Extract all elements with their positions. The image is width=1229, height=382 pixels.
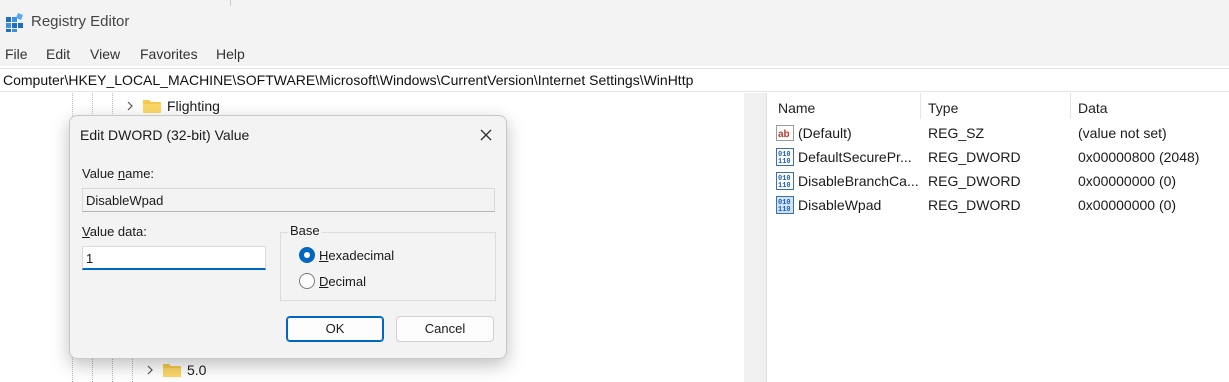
edit-dword-dialog: Edit DWORD (32-bit) Value Value name: Di… <box>69 115 507 359</box>
tree-item-label: Flighting <box>167 98 220 114</box>
address-path[interactable]: Computer\HKEY_LOCAL_MACHINE\SOFTWARE\Mic… <box>3 72 693 88</box>
folder-icon <box>163 364 181 377</box>
value-data: 0x00000800 (2048) <box>1078 149 1200 165</box>
binary-value-icon: 010 110 <box>776 148 794 166</box>
base-group-label: Base <box>288 223 322 238</box>
decimal-label[interactable]: Decimal <box>319 274 366 289</box>
folder-icon <box>143 100 161 113</box>
dialog-title: Edit DWORD (32-bit) Value <box>80 127 250 143</box>
value-name: DisableBranchCa... <box>798 173 918 189</box>
values-list[interactable]: Name Type Data ab (Default) REG_SZ (valu… <box>771 93 1229 382</box>
value-name: (Default) <box>798 125 852 141</box>
column-divider[interactable] <box>1070 93 1071 119</box>
column-header-type[interactable]: Type <box>928 100 958 116</box>
value-data-label: Value data: <box>82 224 147 239</box>
svg-text:ab: ab <box>778 129 790 140</box>
ok-button[interactable]: OK <box>286 316 384 342</box>
cancel-button[interactable]: Cancel <box>396 316 494 342</box>
value-data: 0x00000000 (0) <box>1078 173 1177 189</box>
binary-value-icon: 010 110 <box>776 172 794 190</box>
value-row-disablebranchcache[interactable]: 010 110 DisableBranchCa... REG_DWORD 0x0… <box>771 169 1229 193</box>
tree-item-label: 5.0 <box>187 362 207 378</box>
value-data: (value not set) <box>1078 125 1167 141</box>
column-header-name[interactable]: Name <box>778 100 815 116</box>
string-value-icon: ab <box>776 125 794 141</box>
value-type: REG_DWORD <box>928 173 1021 189</box>
address-bar[interactable]: Computer\HKEY_LOCAL_MACHINE\SOFTWARE\Mic… <box>0 68 1229 92</box>
value-type: REG_SZ <box>928 125 985 141</box>
svg-text:110: 110 <box>778 158 791 166</box>
value-data: 0x00000000 (0) <box>1078 197 1177 213</box>
tree-scrollbar[interactable] <box>744 93 766 382</box>
title-bar: Registry Editor <box>0 0 1229 44</box>
value-name-label: Value name: <box>82 166 155 181</box>
value-type: REG_DWORD <box>928 197 1021 213</box>
window-title: Registry Editor <box>31 13 130 30</box>
value-row-defaultsecureprotocols[interactable]: 010 110 DefaultSecurePr... REG_DWORD 0x0… <box>771 145 1229 169</box>
chevron-right-icon[interactable] <box>125 101 135 111</box>
menu-favorites[interactable]: Favorites <box>140 46 198 62</box>
value-row-disablewpad[interactable]: 010 110 DisableWpad REG_DWORD 0x00000000… <box>771 193 1229 217</box>
menu-edit[interactable]: Edit <box>46 46 70 62</box>
menu-help[interactable]: Help <box>216 46 245 62</box>
menu-file[interactable]: File <box>5 46 28 62</box>
value-name: DefaultSecurePr... <box>798 149 912 165</box>
value-type: REG_DWORD <box>928 149 1021 165</box>
chevron-right-icon[interactable] <box>145 365 155 375</box>
menu-view[interactable]: View <box>90 46 120 62</box>
base-group <box>280 232 496 301</box>
tree-item-5-0[interactable]: 5.0 <box>145 362 206 378</box>
svg-text:110: 110 <box>778 206 791 214</box>
svg-text:110: 110 <box>778 182 791 190</box>
value-name: DisableWpad <box>798 197 882 213</box>
registry-editor-icon <box>6 13 23 32</box>
value-row-default[interactable]: ab (Default) REG_SZ (value not set) <box>771 121 1229 145</box>
binary-value-icon: 010 110 <box>776 196 794 214</box>
decimal-radio[interactable] <box>299 273 315 289</box>
value-data-input[interactable]: 1 <box>82 246 266 270</box>
hexadecimal-radio[interactable] <box>299 247 315 263</box>
column-divider[interactable] <box>920 93 921 119</box>
divider <box>230 0 231 6</box>
close-icon[interactable] <box>474 123 498 147</box>
value-name-field: DisableWpad <box>82 188 495 212</box>
menu-bar: File Edit View Favorites Help <box>0 44 1229 66</box>
hexadecimal-label[interactable]: Hexadecimal <box>319 248 394 263</box>
column-header-data[interactable]: Data <box>1078 100 1108 116</box>
tree-item-flighting[interactable]: Flighting <box>125 98 220 114</box>
